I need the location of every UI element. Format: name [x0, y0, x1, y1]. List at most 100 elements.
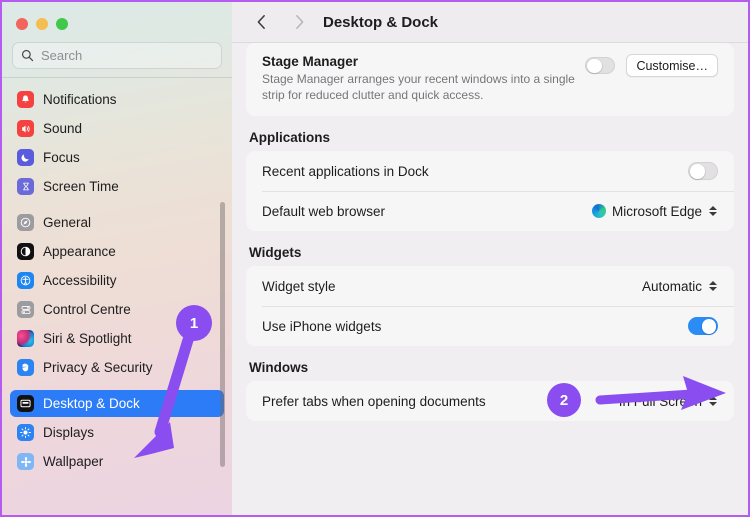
search-container: Search	[2, 42, 232, 77]
sidebar-group-3: Desktop & Dock Displays Wallpaper	[10, 390, 224, 475]
sidebar-group-2: General Appearance Accessibility	[10, 209, 224, 381]
stage-manager-toggle[interactable]	[585, 57, 615, 75]
sidebar-item-displays[interactable]: Displays	[10, 419, 224, 446]
applications-card: Recent applications in Dock Default web …	[246, 151, 734, 231]
desktop-dock-icon	[17, 395, 34, 412]
wallpaper-icon	[17, 453, 34, 470]
chevron-left-icon	[256, 14, 267, 30]
chevron-updown-icon	[708, 206, 718, 216]
sidebar-item-label: Screen Time	[43, 179, 119, 194]
sidebar: Search Notifications Sound	[2, 2, 232, 515]
control-centre-icon	[17, 301, 34, 318]
sidebar-item-label: Control Centre	[43, 302, 131, 317]
screen-time-icon	[17, 178, 34, 195]
row-widget-style[interactable]: Widget style Automatic	[246, 266, 734, 306]
chevron-updown-icon	[708, 396, 718, 406]
sidebar-item-general[interactable]: General	[10, 209, 224, 236]
pane-toolbar: Desktop & Dock	[232, 2, 748, 43]
sidebar-item-sound[interactable]: Sound	[10, 115, 224, 142]
sidebar-item-label: Siri & Spotlight	[43, 331, 132, 346]
chevron-updown-icon	[708, 281, 718, 291]
section-heading-widgets: Widgets	[249, 245, 734, 260]
customise-button[interactable]: Customise…	[626, 54, 718, 77]
section-heading-applications: Applications	[249, 130, 734, 145]
default-browser-popup[interactable]: Microsoft Edge	[592, 204, 718, 219]
row-label: Widget style	[262, 279, 336, 294]
windows-card: Prefer tabs when opening documents In Fu…	[246, 381, 734, 421]
search-placeholder: Search	[41, 48, 82, 63]
stage-manager-controls: Customise…	[585, 54, 718, 77]
focus-icon	[17, 149, 34, 166]
sidebar-item-notifications[interactable]: Notifications	[10, 86, 224, 113]
search-input[interactable]: Search	[12, 42, 222, 69]
sidebar-nav: Notifications Sound Focus	[2, 86, 232, 475]
toggle-knob	[587, 59, 602, 74]
prefer-tabs-popup[interactable]: In Full Screen	[619, 394, 718, 409]
row-use-iphone-widgets[interactable]: Use iPhone widgets	[246, 306, 734, 346]
privacy-icon	[17, 359, 34, 376]
sidebar-item-label: Wallpaper	[43, 454, 103, 469]
row-label: Prefer tabs when opening documents	[262, 394, 486, 409]
stage-manager-block: Stage Manager Stage Manager arranges you…	[246, 43, 734, 116]
sound-icon	[17, 120, 34, 137]
toggle-knob	[702, 319, 717, 334]
search-icon	[21, 49, 34, 62]
forward-button[interactable]	[287, 10, 311, 34]
sidebar-group-1: Notifications Sound Focus	[10, 86, 224, 200]
row-label: Use iPhone widgets	[262, 319, 381, 334]
sidebar-item-label: Privacy & Security	[43, 360, 153, 375]
row-prefer-tabs[interactable]: Prefer tabs when opening documents In Fu…	[246, 381, 734, 421]
sidebar-item-focus[interactable]: Focus	[10, 144, 224, 171]
section-heading-windows: Windows	[249, 360, 734, 375]
displays-icon	[17, 424, 34, 441]
microsoft-edge-icon	[592, 204, 606, 218]
traffic-lights	[16, 18, 68, 30]
sidebar-item-wallpaper[interactable]: Wallpaper	[10, 448, 224, 475]
stage-manager-description: Stage Manager arranges your recent windo…	[262, 72, 592, 103]
page-title: Desktop & Dock	[323, 14, 438, 31]
maximise-window-button[interactable]	[56, 18, 68, 30]
recent-applications-toggle[interactable]	[688, 162, 718, 180]
siri-icon	[17, 330, 34, 347]
annotation-badge-2: 2	[547, 383, 581, 417]
sidebar-item-label: Accessibility	[43, 273, 117, 288]
popup-value: In Full Screen	[619, 394, 702, 409]
sidebar-item-label: Sound	[43, 121, 82, 136]
sidebar-item-accessibility[interactable]: Accessibility	[10, 267, 224, 294]
appearance-icon	[17, 243, 34, 260]
back-button[interactable]	[249, 10, 273, 34]
widget-style-popup[interactable]: Automatic	[642, 279, 718, 294]
system-settings-window: Search Notifications Sound	[0, 0, 750, 517]
close-window-button[interactable]	[16, 18, 28, 30]
row-label: Recent applications in Dock	[262, 164, 429, 179]
chevron-right-icon	[294, 14, 305, 30]
accessibility-icon	[17, 272, 34, 289]
popup-value: Automatic	[642, 279, 702, 294]
sidebar-item-label: Desktop & Dock	[43, 396, 140, 411]
sidebar-item-label: Notifications	[43, 92, 117, 107]
main-pane: Desktop & Dock Stage Manager Stage Manag…	[232, 2, 748, 515]
settings-content: Stage Manager Stage Manager arranges you…	[232, 43, 748, 515]
use-iphone-widgets-toggle[interactable]	[688, 317, 718, 335]
row-label: Default web browser	[262, 204, 385, 219]
sidebar-scrollbar[interactable]	[220, 202, 225, 467]
annotation-badge-1: 1	[176, 305, 212, 341]
row-default-web-browser[interactable]: Default web browser Microsoft Edge	[246, 191, 734, 231]
sidebar-item-label: Focus	[43, 150, 80, 165]
sidebar-divider	[2, 77, 232, 78]
sidebar-item-desktop-dock[interactable]: Desktop & Dock	[10, 390, 224, 417]
stage-manager-card: Stage Manager Stage Manager arranges you…	[246, 43, 734, 116]
widgets-card: Widget style Automatic Use iPhone widget…	[246, 266, 734, 346]
sidebar-item-screen-time[interactable]: Screen Time	[10, 173, 224, 200]
sidebar-item-label: General	[43, 215, 91, 230]
popup-value: Microsoft Edge	[612, 204, 702, 219]
sidebar-item-label: Displays	[43, 425, 94, 440]
sidebar-item-privacy-security[interactable]: Privacy & Security	[10, 354, 224, 381]
toggle-knob	[690, 164, 705, 179]
general-icon	[17, 214, 34, 231]
sidebar-item-label: Appearance	[43, 244, 116, 259]
sidebar-item-appearance[interactable]: Appearance	[10, 238, 224, 265]
row-recent-applications-in-dock[interactable]: Recent applications in Dock	[246, 151, 734, 191]
minimise-window-button[interactable]	[36, 18, 48, 30]
window-titlebar	[2, 2, 232, 42]
